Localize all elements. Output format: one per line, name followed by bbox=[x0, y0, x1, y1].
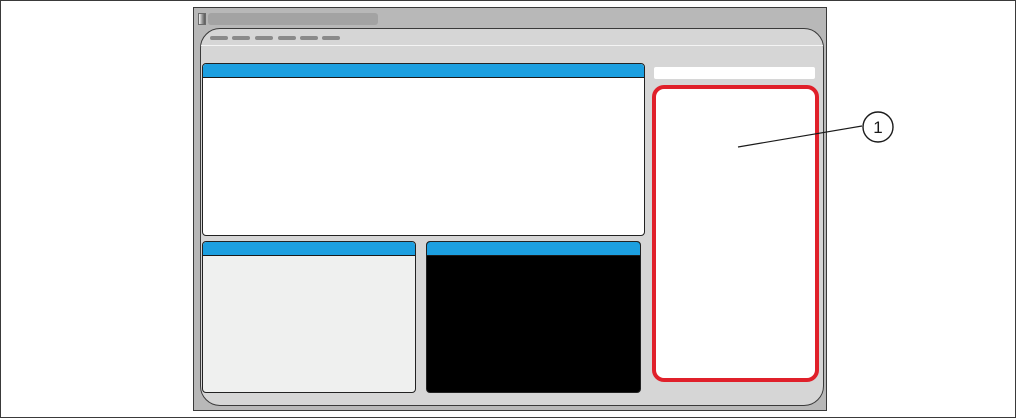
callout-layer: 1 bbox=[737, 111, 894, 148]
callout-number: 1 bbox=[873, 118, 882, 137]
callout-leader-line bbox=[737, 125, 863, 148]
